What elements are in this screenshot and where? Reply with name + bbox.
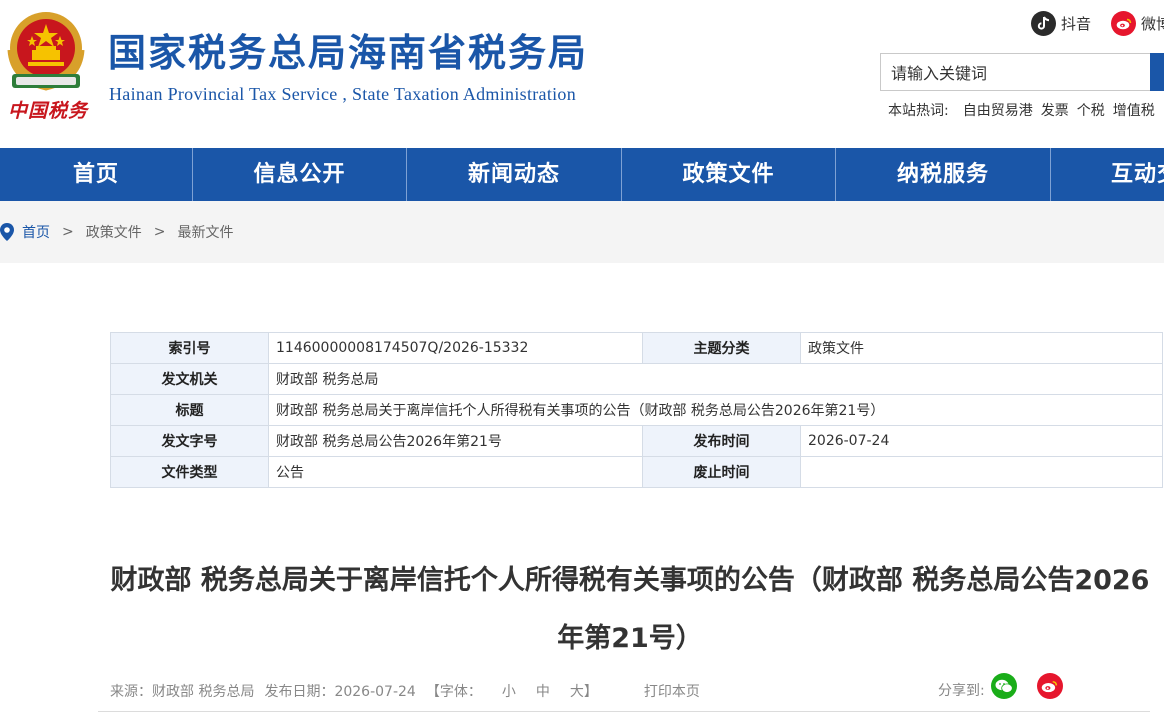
douyin-link[interactable]: 抖音	[1031, 10, 1091, 36]
table-row: 发文字号 财政部 税务总局公告2026年第21号 发布时间 2026-07-24	[110, 425, 1163, 457]
site-header: 中国税务 国家税务总局海南省税务局 Hainan Provincial Tax …	[0, 0, 1164, 148]
breadcrumb-separator: >	[62, 224, 74, 240]
breadcrumb-policy[interactable]: 政策文件	[86, 222, 142, 242]
hot-word-item[interactable]: 增值税	[1113, 100, 1155, 120]
nav-item-info-disclosure[interactable]: 信息公开	[193, 148, 406, 201]
article-info-bar: 来源：财政部 税务总局 发布日期：2026-07-24 【字体： 小 中 大】 …	[110, 681, 710, 701]
breadcrumb-home[interactable]: 首页	[22, 222, 50, 242]
hot-word-item[interactable]: 个税	[1077, 100, 1105, 120]
location-pin-icon	[0, 223, 14, 241]
table-row: 发文机关 财政部 税务总局	[110, 363, 1163, 395]
weibo-icon	[1111, 10, 1136, 36]
meta-key: 标题	[110, 394, 269, 426]
nav-item-policy[interactable]: 政策文件	[622, 148, 835, 201]
douyin-label: 抖音	[1061, 14, 1092, 33]
share-bar: 分享到:	[938, 672, 1063, 700]
meta-value: 11460000008174507Q/2026-15332	[268, 332, 643, 364]
meta-key: 文件类型	[110, 456, 269, 488]
font-size-small-button[interactable]: 小	[502, 681, 516, 701]
hot-words-label: 本站热词:	[888, 103, 949, 119]
national-emblem-icon	[7, 12, 85, 91]
meta-key: 发文字号	[110, 425, 269, 457]
wechat-share-icon[interactable]	[990, 673, 1017, 699]
table-row: 文件类型 公告 废止时间	[110, 456, 1163, 488]
breadcrumb-separator: >	[153, 224, 166, 240]
print-page-button[interactable]: 打印本页	[644, 681, 700, 701]
meta-key: 索引号	[110, 332, 269, 364]
meta-value: 2026-07-24	[800, 425, 1163, 457]
table-row: 索引号 11460000008174507Q/2026-15332 主题分类 政…	[110, 332, 1163, 364]
hot-word-item[interactable]: 发票	[1041, 100, 1069, 120]
weibo-share-icon[interactable]	[1036, 673, 1063, 699]
search-button[interactable]	[1150, 53, 1164, 91]
meta-value: 财政部 税务总局关于离岸信托个人所得税有关事项的公告（财政部 税务总局公告202…	[268, 394, 1163, 426]
search-input[interactable]	[880, 53, 1152, 91]
china-tax-logo-text: 中国税务	[8, 100, 89, 122]
meta-value: 财政部 税务总局公告2026年第21号	[268, 425, 643, 457]
hot-word-item[interactable]: 自由贸易港	[963, 100, 1033, 120]
meta-value	[800, 456, 1163, 488]
font-size-label: 【字体：	[425, 684, 482, 700]
meta-value: 财政部 税务总局	[268, 363, 1163, 395]
douyin-icon	[1031, 10, 1056, 36]
nav-item-interaction[interactable]: 互动交流	[1051, 148, 1164, 201]
breadcrumb: 首页 > 政策文件 > 最新文件	[0, 222, 233, 242]
table-row: 标题 财政部 税务总局关于离岸信托个人所得税有关事项的公告（财政部 税务总局公告…	[110, 394, 1163, 426]
meta-key: 主题分类	[642, 332, 801, 364]
weibo-link[interactable]: 微博	[1111, 10, 1164, 36]
meta-key: 发布时间	[642, 425, 801, 457]
breadcrumb-latest[interactable]: 最新文件	[177, 222, 233, 242]
meta-key: 废止时间	[642, 456, 801, 488]
font-size-large-button[interactable]: 大】	[570, 681, 598, 701]
document-metadata-table: 索引号 11460000008174507Q/2026-15332 主题分类 政…	[110, 332, 1163, 488]
nav-item-tax-service[interactable]: 纳税服务	[836, 148, 1050, 201]
content-divider	[98, 711, 1150, 712]
meta-value: 公告	[268, 456, 643, 488]
article-title: 财政部 税务总局关于离岸信托个人所得税有关事项的公告（财政部 税务总局公告202…	[110, 565, 1150, 654]
nav-item-news[interactable]: 新闻动态	[407, 148, 621, 201]
hot-words: 本站热词: 自由贸易港 发票 个税 增值税	[888, 100, 1163, 120]
main-nav: 首页 信息公开 新闻动态 政策文件 纳税服务 互动交流	[0, 148, 1164, 201]
article-date: 发布日期：2026-07-24	[264, 684, 416, 700]
share-label: 分享到:	[938, 683, 985, 699]
site-subtitle: Hainan Provincial Tax Service , State Ta…	[109, 84, 577, 104]
article-source: 来源：财政部 税务总局	[110, 684, 255, 700]
meta-value: 政策文件	[800, 332, 1163, 364]
site-title: 国家税务总局海南省税务局	[108, 31, 589, 75]
breadcrumb-bar: 首页 > 政策文件 > 最新文件	[0, 201, 1164, 263]
nav-item-home[interactable]: 首页	[0, 148, 192, 201]
meta-key: 发文机关	[110, 363, 269, 395]
font-size-medium-button[interactable]: 中	[536, 681, 550, 701]
weibo-label: 微博	[1141, 14, 1164, 33]
